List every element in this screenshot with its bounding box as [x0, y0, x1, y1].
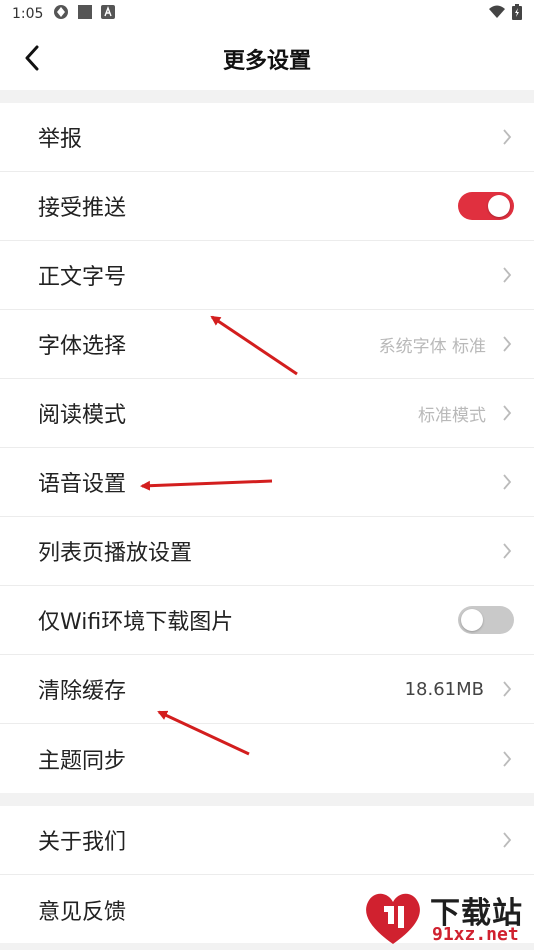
setting-report[interactable]: 举报 — [0, 103, 534, 172]
sync-icon — [53, 4, 69, 24]
setting-reading-mode[interactable]: 阅读模式 标准模式 — [0, 379, 534, 448]
setting-theme-sync[interactable]: 主题同步 — [0, 724, 534, 793]
wifi-images-toggle[interactable] — [458, 606, 514, 634]
settings-list: 举报 接受推送 正文字号 字体选择 系统字体 标准 阅读模式 标准模式 语音设置… — [0, 103, 534, 793]
setting-label: 仅Wifi环境下载图片 — [38, 610, 234, 635]
push-toggle[interactable] — [458, 192, 514, 220]
setting-label: 主题同步 — [38, 748, 127, 774]
setting-label: 关于我们 — [38, 830, 127, 855]
setting-label: 举报 — [38, 127, 83, 152]
chevron-right-icon — [500, 265, 514, 285]
watermark: 下载站 91xz.net — [360, 884, 534, 950]
toggle-knob — [461, 609, 483, 631]
setting-about-us[interactable]: 关于我们 — [0, 806, 534, 875]
app-bar: 更多设置 — [0, 28, 534, 90]
status-bar: 1:05 — [0, 0, 534, 28]
setting-label: 列表页播放设置 — [38, 541, 193, 566]
setting-voice[interactable]: 语音设置 — [0, 448, 534, 517]
setting-label: 语音设置 — [38, 472, 127, 497]
chevron-right-icon — [500, 127, 514, 147]
setting-clear-cache[interactable]: 清除缓存 18.61MB — [0, 655, 534, 724]
back-button[interactable] — [18, 44, 46, 72]
setting-label: 阅读模式 — [38, 403, 127, 428]
chevron-right-icon — [500, 334, 514, 354]
square-icon — [77, 4, 93, 24]
setting-value: 标准模式 — [418, 405, 486, 426]
cache-size: 18.61MB — [404, 678, 484, 700]
watermark-url: 91xz.net — [432, 924, 519, 945]
setting-receive-push[interactable]: 接受推送 — [0, 172, 534, 241]
chevron-right-icon — [500, 472, 514, 492]
status-time: 1:05 — [12, 6, 44, 22]
watermark-logo-icon — [366, 893, 420, 944]
setting-value: 系统字体 标准 — [378, 336, 486, 357]
setting-label: 接受推送 — [38, 196, 127, 221]
setting-list-playback[interactable]: 列表页播放设置 — [0, 517, 534, 586]
setting-font-size[interactable]: 正文字号 — [0, 241, 534, 310]
toggle-knob — [488, 195, 510, 217]
setting-font-choice[interactable]: 字体选择 系统字体 标准 — [0, 310, 534, 379]
battery-icon — [512, 4, 522, 24]
setting-label: 字体选择 — [38, 334, 127, 359]
setting-label: 正文字号 — [38, 265, 127, 290]
setting-label: 清除缓存 — [38, 679, 127, 704]
chevron-right-icon — [500, 403, 514, 423]
chevron-right-icon — [500, 679, 514, 699]
setting-wifi-images[interactable]: 仅Wifi环境下载图片 — [0, 586, 534, 655]
back-arrow-icon — [25, 45, 39, 71]
chevron-right-icon — [500, 541, 514, 561]
chevron-right-icon — [500, 830, 514, 850]
app-a-icon — [101, 5, 116, 23]
page-title: 更多设置 — [222, 49, 311, 74]
wifi-icon — [488, 5, 506, 23]
chevron-right-icon — [500, 749, 514, 769]
